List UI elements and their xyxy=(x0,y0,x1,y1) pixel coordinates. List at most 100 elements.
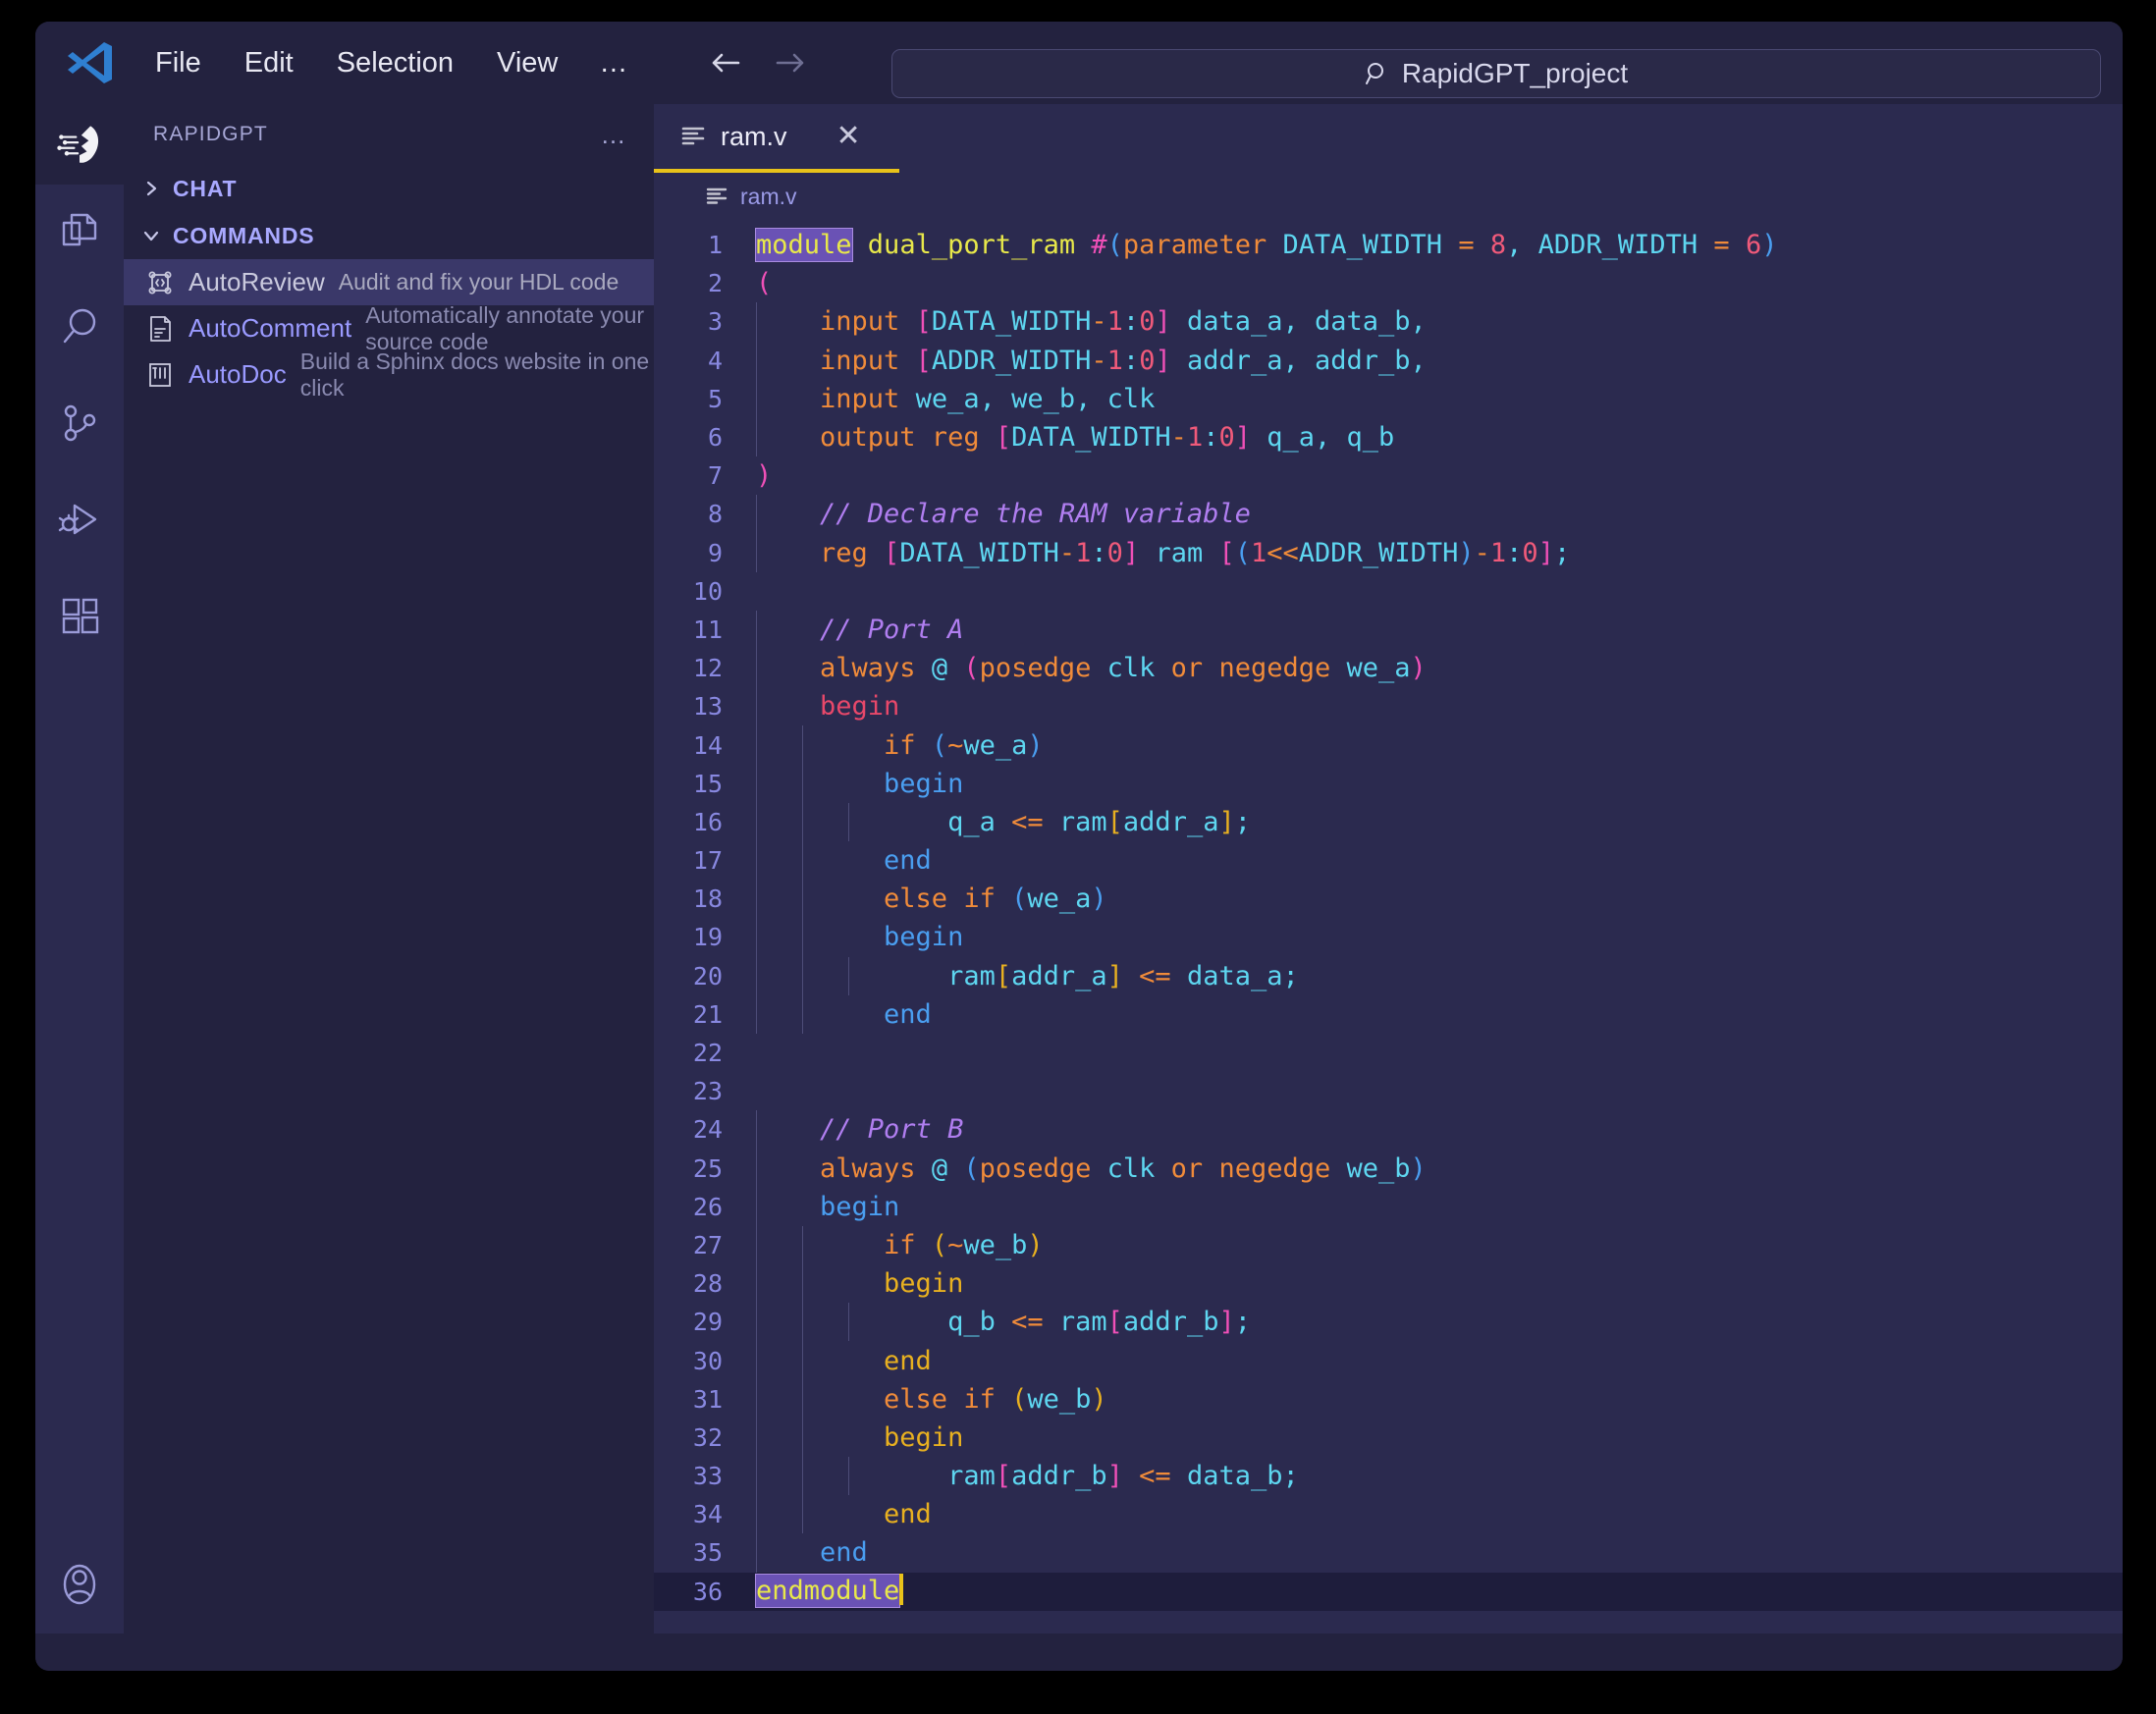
line-number: 7 xyxy=(707,461,723,491)
code-line[interactable]: 21 end xyxy=(654,994,2123,1034)
code-line[interactable]: 4 input [ADDR_WIDTH-1:0] addr_a, addr_b, xyxy=(654,341,2123,380)
code-line-text: begin xyxy=(756,768,964,799)
code-line[interactable]: 31 else if (we_b) xyxy=(654,1379,2123,1419)
editor-tab-ram-v[interactable]: ram.v ✕ xyxy=(654,104,899,173)
menu-bar: File Edit Selection View … xyxy=(134,39,649,87)
chevron-right-icon xyxy=(141,179,161,198)
arrow-left-icon[interactable] xyxy=(706,43,745,82)
code-line[interactable]: 7 ) xyxy=(654,456,2123,495)
code-line[interactable]: 13 begin xyxy=(654,687,2123,726)
code-line[interactable]: 27 if (~we_b) xyxy=(654,1225,2123,1265)
line-number: 21 xyxy=(692,999,723,1029)
code-line-text: end xyxy=(756,845,932,877)
line-number: 30 xyxy=(692,1346,723,1375)
code-line[interactable]: 26 begin xyxy=(654,1187,2123,1226)
sidebar-item-extensions[interactable] xyxy=(35,569,124,666)
sidebar-item-accounts[interactable] xyxy=(35,1539,124,1634)
code-line[interactable]: 20 ram[addr_a] <= data_a; xyxy=(654,956,2123,995)
rapidgpt-logo-icon[interactable] xyxy=(35,104,124,185)
sidebar-item-run-and-debug[interactable] xyxy=(35,473,124,569)
code-line[interactable]: 32 begin xyxy=(654,1418,2123,1457)
close-icon[interactable]: ✕ xyxy=(836,122,861,151)
code-line[interactable]: 35 end xyxy=(654,1533,2123,1573)
code-line[interactable]: 6 output reg [DATA_WIDTH-1:0] q_a, q_b xyxy=(654,417,2123,457)
code-line-text: // Port A xyxy=(756,614,964,645)
command-item-autoreview[interactable]: AutoReview Audit and fix your HDL code xyxy=(124,259,654,305)
command-name: AutoReview xyxy=(189,267,325,296)
arrow-right-icon[interactable] xyxy=(771,43,810,82)
code-line[interactable]: 5 input we_a, we_b, clk xyxy=(654,379,2123,418)
sidebar-item-explorer[interactable] xyxy=(35,185,124,281)
line-number: 29 xyxy=(692,1308,723,1337)
sidebar-section-commands[interactable]: COMMANDS xyxy=(124,212,654,259)
line-number: 34 xyxy=(692,1500,723,1529)
sidebar-title: RAPIDGPT xyxy=(153,123,268,145)
text-cursor xyxy=(899,1574,904,1606)
code-line-text: begin xyxy=(756,1191,900,1222)
code-line-text: output reg [DATA_WIDTH-1:0] q_a, q_b xyxy=(756,422,1395,454)
run-debug-icon xyxy=(58,498,101,546)
command-item-autodoc[interactable]: AutoDoc Build a Sphinx docs website in o… xyxy=(124,348,654,401)
code-line[interactable]: 1 module dual_port_ram #(parameter DATA_… xyxy=(654,226,2123,264)
code-line-current[interactable]: 36 endmodule xyxy=(654,1572,2123,1611)
menu-item-edit[interactable]: Edit xyxy=(223,39,315,87)
code-line[interactable]: 10 xyxy=(654,572,2123,611)
code-line[interactable]: 24 // Port B xyxy=(654,1110,2123,1150)
line-number: 20 xyxy=(692,961,723,991)
ellipsis-icon[interactable]: … xyxy=(601,120,629,150)
code-line-text: q_a <= ram[addr_a]; xyxy=(756,806,1251,837)
code-line[interactable]: 25 always @ (posedge clk or negedge we_b… xyxy=(654,1149,2123,1188)
code-line-text: input [ADDR_WIDTH-1:0] addr_a, addr_b, xyxy=(756,345,1427,376)
code-line[interactable]: 12 always @ (posedge clk or negedge we_a… xyxy=(654,649,2123,688)
vscode-logo-icon xyxy=(63,36,116,89)
menu-item-selection[interactable]: Selection xyxy=(315,39,475,87)
code-line[interactable]: 29 q_b <= ram[addr_b]; xyxy=(654,1303,2123,1342)
activity-bar xyxy=(35,104,124,1634)
code-line[interactable]: 8 // Declare the RAM variable xyxy=(654,495,2123,534)
code-line-text: else if (we_b) xyxy=(756,1383,1107,1415)
navigation-arrows xyxy=(706,43,810,82)
sidebar-item-source-control[interactable] xyxy=(35,377,124,473)
code-line-text: begin xyxy=(756,922,964,953)
code-line[interactable]: 34 end xyxy=(654,1495,2123,1534)
menu-item-view[interactable]: View xyxy=(475,39,579,87)
menu-item-file[interactable]: File xyxy=(134,39,223,87)
command-item-autocomment[interactable]: AutoComment Automatically annotate your … xyxy=(124,302,654,354)
code-line[interactable]: 2 ( xyxy=(654,264,2123,302)
code-line[interactable]: 33 ram[addr_b] <= data_b; xyxy=(654,1457,2123,1496)
code-line[interactable]: 3 input [DATA_WIDTH-1:0] data_a, data_b, xyxy=(654,302,2123,342)
line-number: 16 xyxy=(692,807,723,836)
line-number: 22 xyxy=(692,1039,723,1068)
line-number: 12 xyxy=(692,654,723,683)
code-line[interactable]: 30 end xyxy=(654,1341,2123,1380)
line-number: 9 xyxy=(707,538,723,567)
code-line[interactable]: 15 begin xyxy=(654,764,2123,803)
code-line-text: // Declare the RAM variable xyxy=(756,499,1251,530)
quick-input-bar[interactable]: RapidGPT_project xyxy=(891,49,2101,98)
line-number: 33 xyxy=(692,1462,723,1491)
code-line[interactable]: 11 // Port A xyxy=(654,610,2123,650)
source-control-icon xyxy=(58,402,101,450)
code-line[interactable]: 14 if (~we_a) xyxy=(654,725,2123,765)
editor-vertical-scrollbar[interactable] xyxy=(2109,220,2123,1634)
code-line-text: ( xyxy=(756,268,773,299)
code-line[interactable]: 18 else if (we_a) xyxy=(654,880,2123,919)
code-line[interactable]: 19 begin xyxy=(654,918,2123,957)
menu-overflow-icon[interactable]: … xyxy=(579,39,649,87)
code-line[interactable]: 23 xyxy=(654,1072,2123,1110)
code-line[interactable]: 16 q_a <= ram[addr_a]; xyxy=(654,802,2123,841)
breadcrumb[interactable]: ram.v xyxy=(654,173,2123,220)
sidebar-item-search[interactable] xyxy=(35,281,124,377)
line-number: 2 xyxy=(707,269,723,298)
window-body: RAPIDGPT … CHAT COMMANDS AutoReview Audi… xyxy=(35,104,2123,1634)
chip-code-icon xyxy=(145,268,175,297)
code-editor-content[interactable]: 1 module dual_port_ram #(parameter DATA_… xyxy=(654,220,2123,1634)
code-line[interactable]: 9 reg [DATA_WIDTH-1:0] ram [(1<<ADDR_WID… xyxy=(654,533,2123,572)
code-line[interactable]: 17 end xyxy=(654,841,2123,881)
vscode-window: File Edit Selection View … RapidGPT_proj… xyxy=(35,22,2123,1671)
code-line[interactable]: 22 xyxy=(654,1034,2123,1072)
sidebar-section-chat[interactable]: CHAT xyxy=(124,165,654,212)
code-line-text: module dual_port_ram #(parameter DATA_WI… xyxy=(755,228,1778,263)
code-line[interactable]: 28 begin xyxy=(654,1264,2123,1304)
sidebar-section-label: COMMANDS xyxy=(173,222,315,248)
